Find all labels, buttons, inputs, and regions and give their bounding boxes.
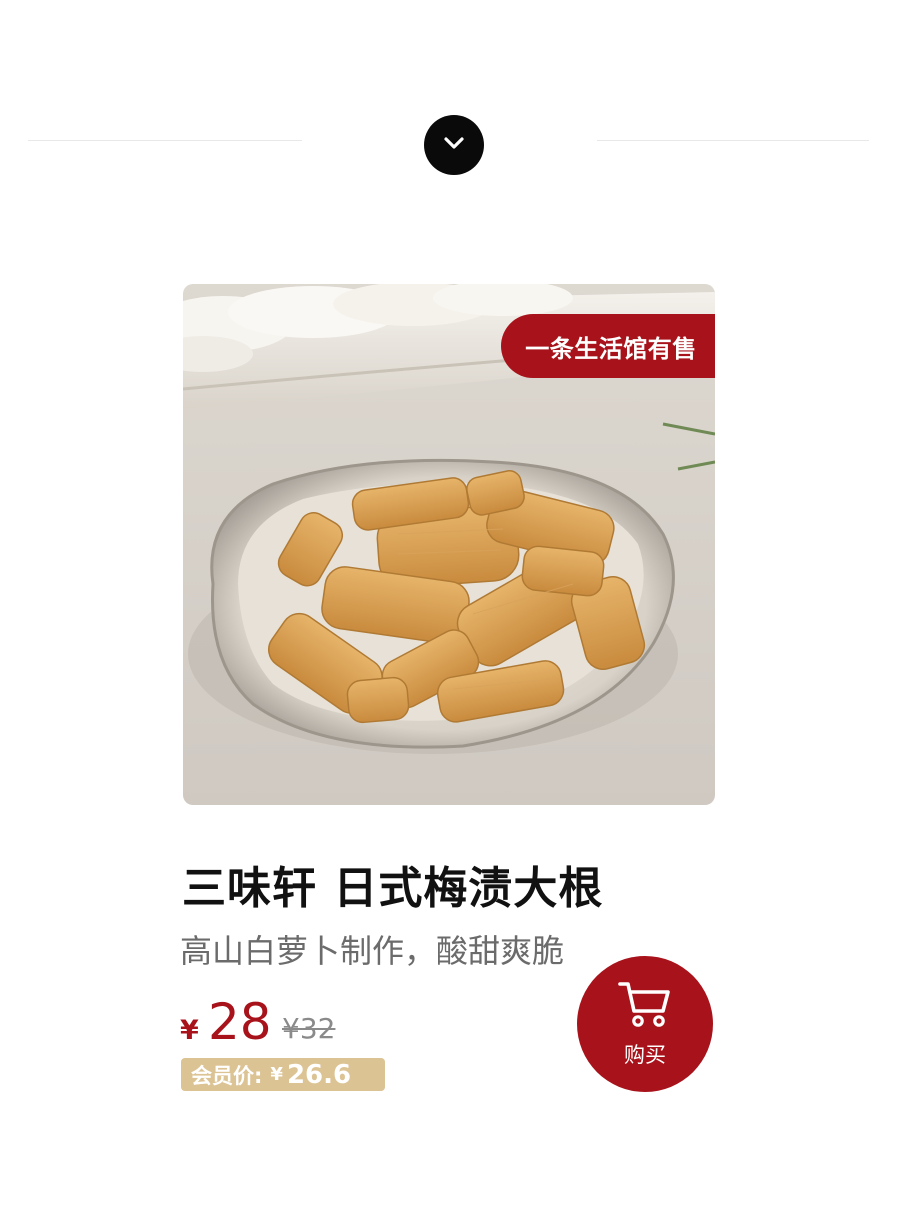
current-price: 28 xyxy=(208,993,272,1051)
price-currency: ¥ xyxy=(180,1015,199,1046)
seller-badge: 一条生活馆有售 xyxy=(501,314,715,378)
product-title[interactable]: 三味轩 日式梅渍大根 xyxy=(182,852,603,916)
buy-button[interactable]: 购买 xyxy=(577,956,713,1092)
member-price-badge: 会员价: ¥ 26.6 xyxy=(181,1058,385,1091)
buy-button-label: 购买 xyxy=(624,1043,666,1067)
section-divider-right xyxy=(597,140,869,141)
section-divider-left xyxy=(28,140,302,141)
scroll-down-button[interactable] xyxy=(424,115,484,175)
shopping-cart-icon xyxy=(617,979,673,1035)
product-card[interactable]: 一条生活馆有售 xyxy=(183,284,715,805)
member-price-currency: ¥ xyxy=(270,1064,283,1085)
product-subtitle: 高山白萝卜制作，酸甜爽脆 xyxy=(180,932,565,970)
chevron-down-icon xyxy=(441,130,467,160)
original-price: ¥32 xyxy=(282,1012,336,1045)
member-price-label: 会员价: xyxy=(191,1063,263,1088)
member-price-value: 26.6 xyxy=(286,1059,352,1090)
